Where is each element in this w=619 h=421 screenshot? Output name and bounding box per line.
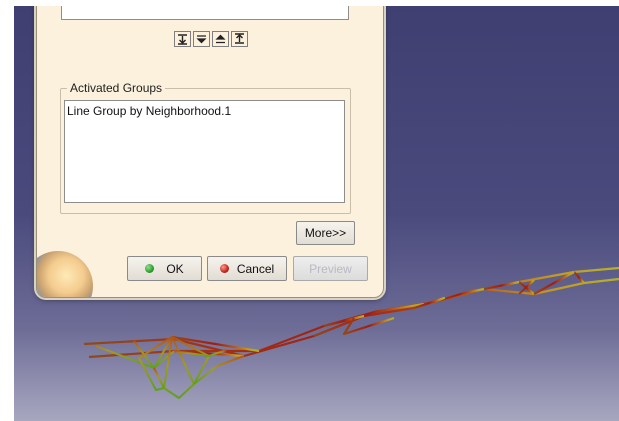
activated-groups-list[interactable]: Line Group by Neighborhood.1 [64,100,345,203]
move-down-icon [196,35,207,44]
move-all-up-button[interactable] [231,31,248,47]
move-all-up-icon [235,33,244,44]
preview-button: Preview [293,256,368,281]
3d-viewport[interactable]: Activated Groups Line Group by Neighborh… [14,6,619,421]
cancel-status-icon [219,264,229,273]
ok-button-label: OK [166,261,184,276]
cancel-button-label: Cancel [236,261,275,276]
ok-button[interactable]: OK [127,256,202,281]
preview-button-label: Preview [309,261,352,276]
group-list-upper[interactable] [61,6,349,20]
activated-groups-title: Activated Groups [67,81,166,95]
move-all-down-icon [178,34,187,45]
list-item[interactable]: Line Group by Neighborhood.1 [67,104,231,118]
move-up-button[interactable] [212,31,229,47]
cancel-button[interactable]: Cancel [207,256,287,281]
dialog-panel: Activated Groups Line Group by Neighborh… [36,6,384,298]
ok-status-icon [145,264,155,273]
app-logo-icon [37,251,93,297]
more-button[interactable]: More>> [296,221,355,245]
more-button-label: More>> [304,226,347,240]
move-down-button[interactable] [193,31,210,47]
move-all-down-button[interactable] [174,31,191,47]
move-up-icon [215,34,226,44]
